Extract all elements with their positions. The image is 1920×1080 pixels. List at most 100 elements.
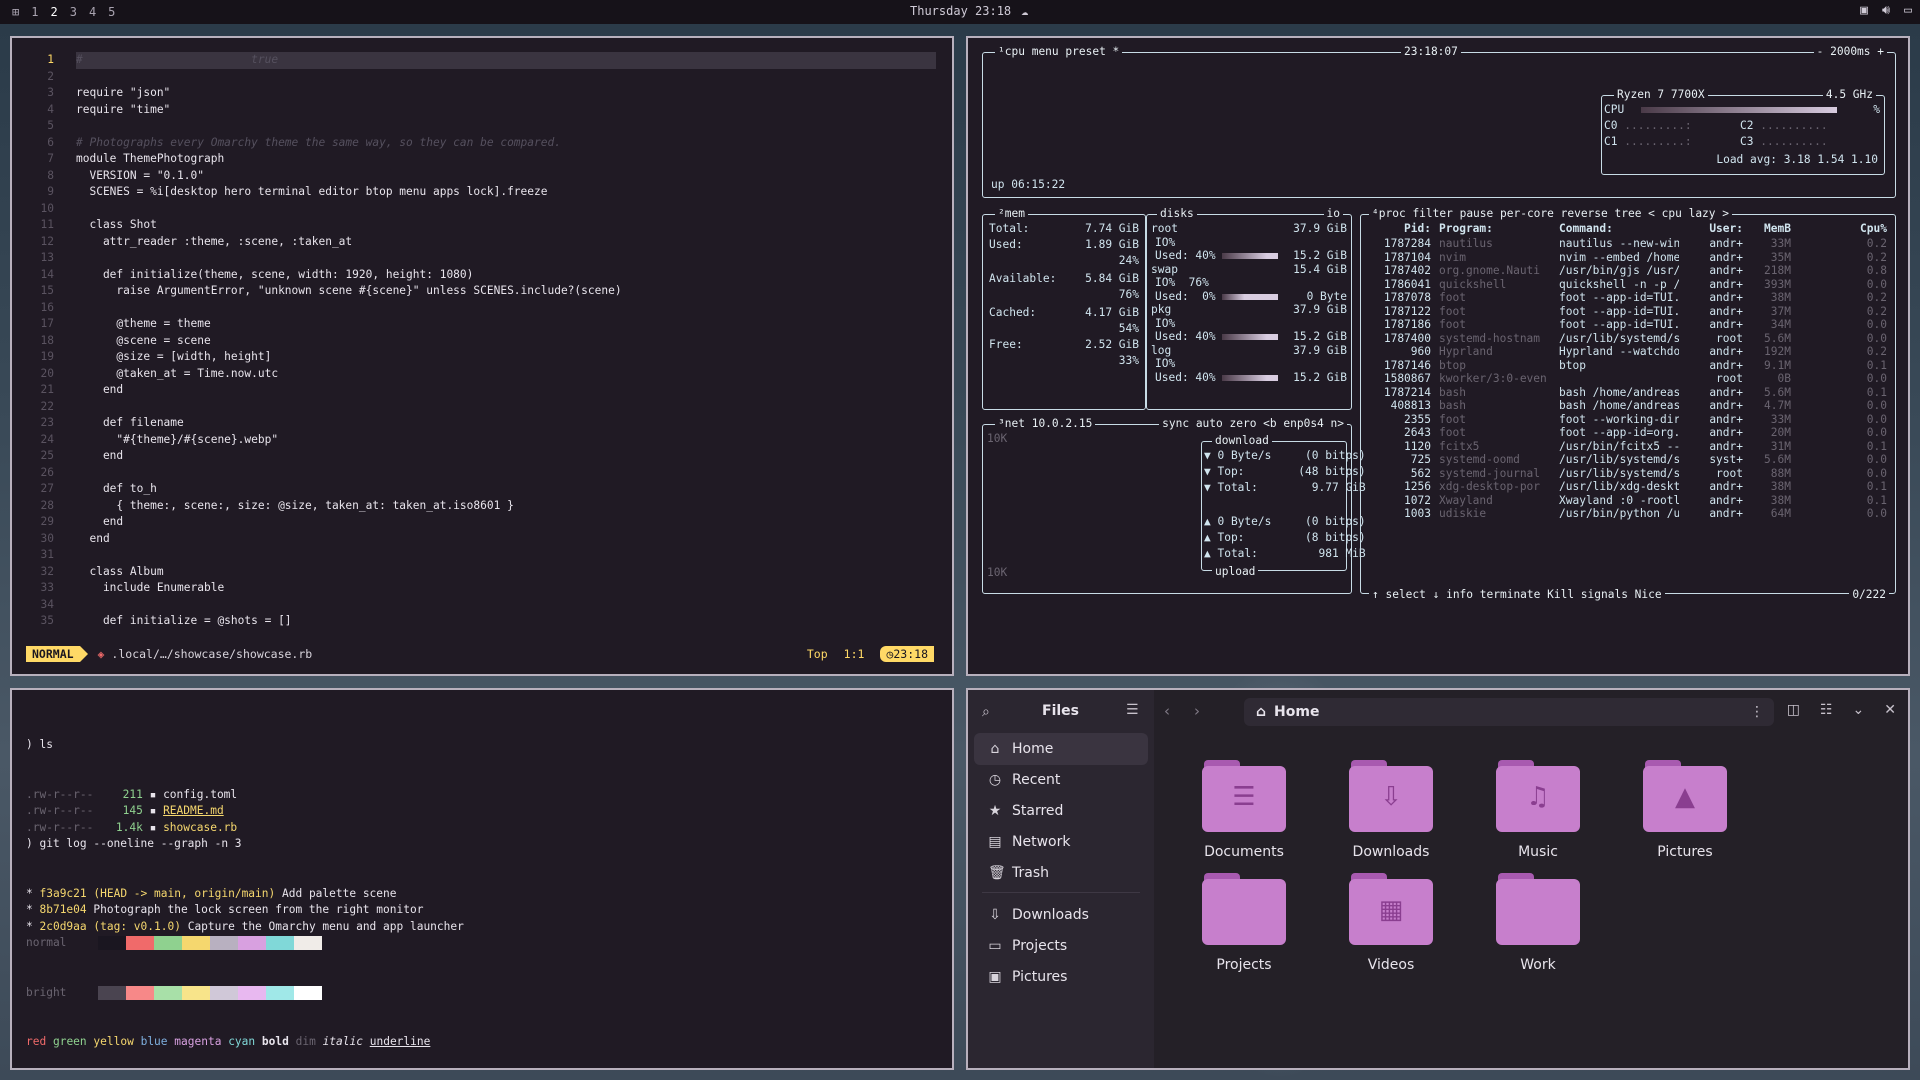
preset-label[interactable]: preset *	[1065, 45, 1119, 58]
close-icon[interactable]: ✕	[1884, 702, 1896, 718]
workspace-3[interactable]: 3	[70, 5, 77, 19]
proc-tabs[interactable]: filter pause per-core reverse tree < cpu…	[1412, 207, 1729, 220]
sidebar-item-home[interactable]: ⌂ Home	[974, 733, 1148, 765]
upload-rate: ▲ 0 Byte/s (0 bitps)	[1204, 515, 1366, 528]
disks-title[interactable]: disks	[1157, 207, 1197, 220]
core-c0: C0 .........:	[1604, 119, 1692, 132]
proc-row[interactable]: 1787400 systemd-hostnam/usr/lib/systemd/s…	[1361, 332, 1895, 346]
music-icon: ♫	[1526, 782, 1550, 812]
proc-row[interactable]: 1787284 nautilus nautilus --new-win andr+ 33…	[1361, 237, 1895, 251]
proc-row[interactable]: 2355 foot foot --working-dir andr+ 33M 0.0	[1361, 413, 1895, 427]
code-line: def initialize(theme, scene, width: 1920…	[76, 267, 474, 281]
sidebar-item-pictures[interactable]: ▣ Pictures	[974, 961, 1148, 993]
display-icon[interactable]: ▭	[1904, 3, 1912, 18]
btop-window[interactable]: ¹cpu menu preset * 23:18:07 - 2000ms + R…	[966, 36, 1910, 676]
hamburger-icon[interactable]: ☰	[1126, 702, 1139, 718]
folder-work[interactable]: Work	[1468, 873, 1608, 973]
code-line: raise ArgumentError, "unknown scene #{sc…	[76, 284, 622, 297]
cpu-title[interactable]: ¹cpu menu preset *	[995, 45, 1123, 58]
folder-downloads[interactable]: ⇩ Downloads	[1321, 760, 1461, 860]
sidebar-item-starred[interactable]: ★ Starred	[974, 795, 1148, 827]
proc-row[interactable]: 1786041 quickshell quickshell -n -p / andr+…	[1361, 278, 1895, 292]
markdown-icon: ▪	[142, 804, 164, 817]
proc-row[interactable]: 1003 udiskie/usr/bin/python /u andr+ 64M 0.0	[1361, 507, 1895, 521]
proc-row[interactable]: 562 systemd-journal/usr/lib/systemd/s root…	[1361, 467, 1895, 481]
menu-icon[interactable]: ⊞	[12, 5, 19, 19]
proc-header-cell[interactable]: Command:	[1559, 221, 1679, 237]
folder-pictures[interactable]: ▲ Pictures	[1615, 760, 1755, 860]
proc-row[interactable]: 1787104 nvim nvim --embed /home andr+ 35M 0.2	[1361, 251, 1895, 265]
chevron-down-icon[interactable]: ⌄	[1853, 702, 1865, 718]
folder-videos[interactable]: ▦ Videos	[1321, 873, 1461, 973]
sidebar-item-downloads[interactable]: ⇩ Downloads	[974, 899, 1148, 931]
camera-icon[interactable]: ◫	[1787, 702, 1800, 718]
proc-cell: andr+	[1709, 277, 1743, 291]
clock[interactable]: Thursday 23:18	[910, 4, 1011, 18]
proc-row[interactable]: 1787186 foot foot --app-id=TUI. andr+ 34M 0.0	[1361, 318, 1895, 332]
proc-row[interactable]: 1256 xdg-desktop-por/usr/lib/xdg-deskt and…	[1361, 480, 1895, 494]
location-bar[interactable]: ⌂ Home ⋮	[1244, 698, 1774, 726]
sidebar-item-projects[interactable]: ▭ Projects	[974, 930, 1148, 962]
proc-header-cell[interactable]: Cpu%	[1837, 221, 1887, 237]
terminal-window[interactable]: ) ls .rw-r--r-- 211 ▪ config.toml .rw-r--…	[10, 688, 954, 1070]
workspace-1[interactable]: 1	[31, 5, 38, 19]
kebab-icon[interactable]: ⋮	[1750, 704, 1764, 720]
proc-row[interactable]: 1787078 foot foot --app-id=TUI. andr+ 38M 0.2	[1361, 291, 1895, 305]
proc-row[interactable]: 1787122 foot foot --app-id=TUI. andr+ 37M 0.2	[1361, 305, 1895, 319]
proc-row[interactable]: 1120 fcitx5/usr/bin/fcitx5 -- andr+ 31M 0.1	[1361, 440, 1895, 454]
menu-label[interactable]: menu	[1032, 45, 1059, 58]
proc-row[interactable]: 1072 Xwayland Xwayland :0 -rootl andr+ 38M 0.…	[1361, 494, 1895, 508]
forward-icon[interactable]: ›	[1194, 702, 1200, 720]
folder-icon	[1202, 873, 1286, 945]
list-view-icon[interactable]: ☷	[1820, 702, 1833, 718]
net-title[interactable]: ³net 10.0.2.15	[995, 417, 1096, 430]
proc-row[interactable]: 725 systemd-oomd/usr/lib/systemd/s syst+ 5.…	[1361, 453, 1895, 467]
workspace-5[interactable]: 5	[108, 5, 115, 19]
proc-row[interactable]: 1787146 btop btop andr+ 9.1M 0.1	[1361, 359, 1895, 373]
workspace-2[interactable]: 2	[50, 5, 57, 19]
folder-icon	[1496, 873, 1580, 945]
color-swatch	[266, 985, 295, 1000]
line-number: 35	[40, 614, 54, 627]
proc-cell: 393M	[1764, 277, 1791, 291]
color-swatch	[238, 936, 267, 950]
code-area[interactable]: # true require "json" require "time" # Phot…	[76, 52, 936, 630]
load-average: Load avg: 3.18 1.54 1.10	[1716, 153, 1878, 166]
folder-projects[interactable]: Projects	[1174, 873, 1314, 973]
workspace-4[interactable]: 4	[89, 5, 96, 19]
proc-row[interactable]: 960 Hyprland Hyprland --watchdo andr+ 192M 0.…	[1361, 345, 1895, 359]
proc-row[interactable]: 1787402 org.gnome.Nauti/usr/bin/gjs /usr/…	[1361, 264, 1895, 278]
update-interval[interactable]: - 2000ms +	[1813, 45, 1887, 58]
folder-music[interactable]: ♫ Music	[1468, 760, 1608, 860]
cpu-total-row: CPU	[1604, 102, 1837, 118]
files-window[interactable]: ⌕ Files ☰ ‹ › ⌂ Home ⋮ ◫ ☷ ⌄ ✕ ⌂ Home ◷ Rece…	[966, 688, 1910, 1070]
proc-header-cell[interactable]: MemB	[1747, 221, 1791, 237]
proc-row[interactable]: 1580867 kworker/3:0-even root 0B 0.0	[1361, 372, 1895, 386]
code-line: require "json"	[76, 86, 171, 99]
mem-cached-pct: 54%	[1118, 322, 1139, 335]
cloud-icon[interactable]: ☁	[1021, 4, 1028, 18]
proc-header-cell[interactable]: Pid:	[1367, 221, 1431, 237]
proc-header-cell[interactable]: User:	[1691, 221, 1743, 237]
proc-footer[interactable]: ↑ select ↓ info terminate Kill signals N…	[1369, 588, 1665, 601]
editor-window[interactable]: 1 2 3 4 5 6 7 8 9 10 11 12 13 14 15 16 17 18 19 20 21 22 23 24 2…	[10, 36, 954, 676]
folder-documents[interactable]: ☰ Documents	[1174, 760, 1314, 860]
mem-title[interactable]: ²mem	[995, 207, 1028, 220]
net-options[interactable]: sync auto zero <b enp0s4 n>	[1159, 417, 1347, 430]
search-icon[interactable]: ⌕	[982, 704, 990, 720]
sidebar-item-recent[interactable]: ◷ Recent	[974, 764, 1148, 796]
proc-title[interactable]: ⁴proc filter pause per-core reverse tree…	[1369, 207, 1733, 220]
proc-row[interactable]: 408813 bash bash /home/andreas andr+ 4.7M 0.0	[1361, 399, 1895, 413]
terminal-output[interactable]: ) ls .rw-r--r-- 211 ▪ config.toml .rw-r--…	[26, 704, 464, 1068]
line-number: 3	[47, 86, 54, 99]
disks-io[interactable]: io	[1323, 207, 1343, 220]
sidebar-item-trash[interactable]: 🗑︎ Trash	[974, 857, 1148, 889]
proc-row[interactable]: 2643 foot foot --app-id=org. andr+ 20M 0.0	[1361, 426, 1895, 440]
screen-icon[interactable]: ▣	[1860, 3, 1868, 18]
back-icon[interactable]: ‹	[1164, 702, 1170, 720]
proc-cell: 0.2	[1866, 250, 1887, 264]
proc-row[interactable]: 1787214 bash bash /home/andreas andr+ 5.6M 0.…	[1361, 386, 1895, 400]
volume-icon[interactable]: 🔊︎	[1882, 3, 1890, 18]
sidebar-item-network[interactable]: ▤ Network	[974, 826, 1148, 858]
